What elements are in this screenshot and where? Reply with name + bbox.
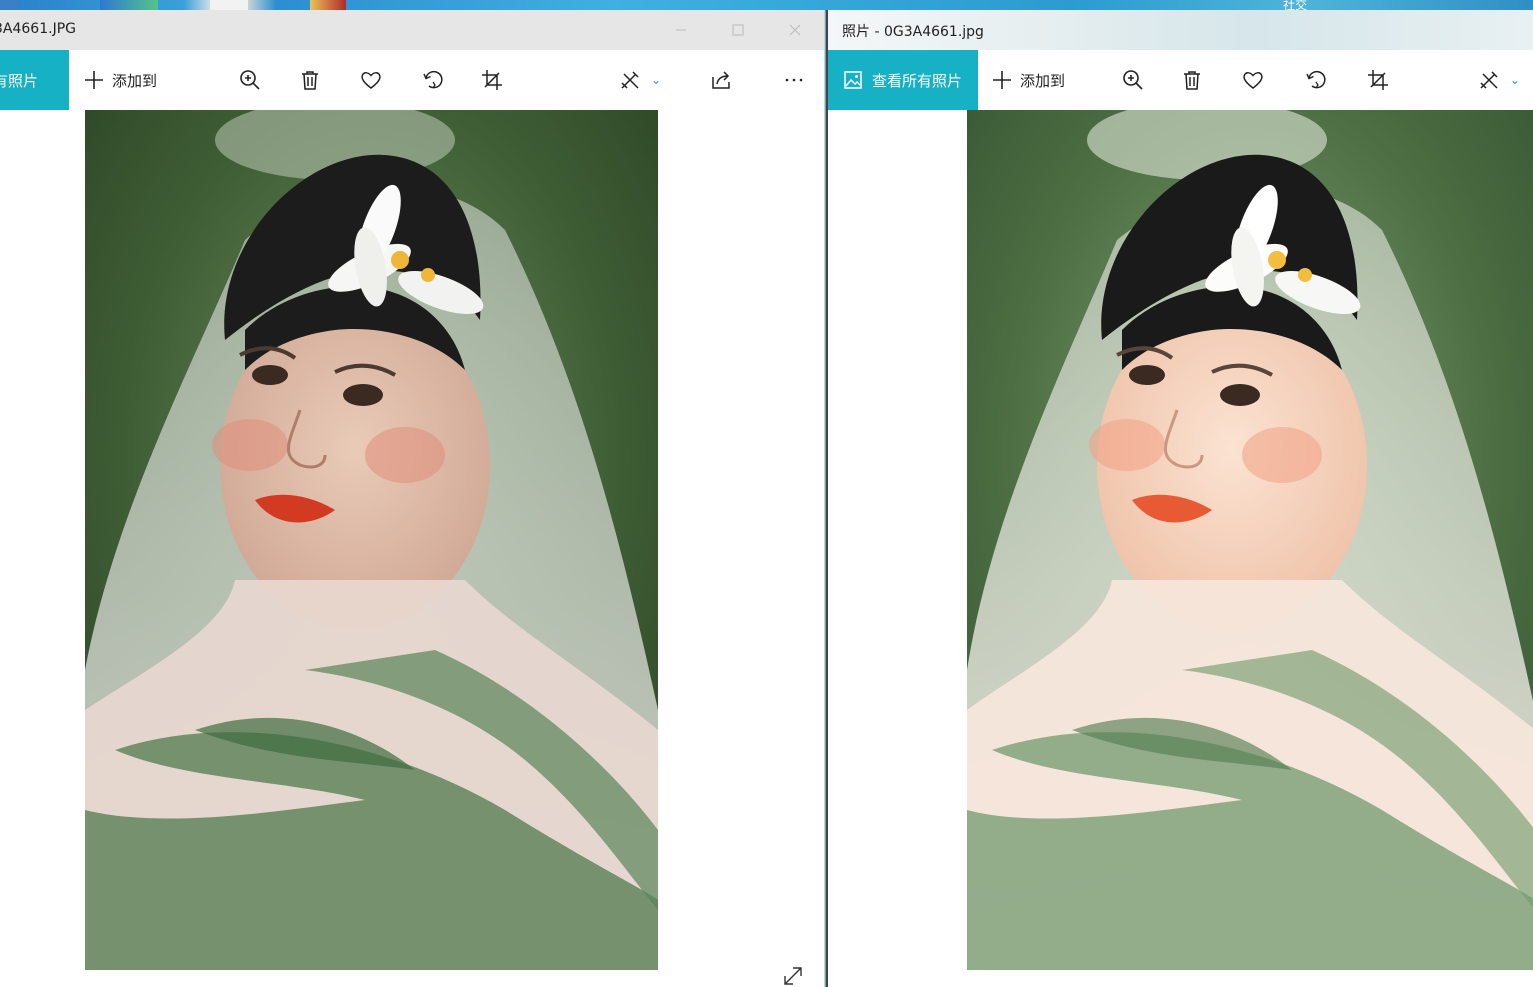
expand-icon[interactable]: [782, 965, 804, 987]
window-title: 3A4661.JPG: [0, 21, 76, 37]
photo[interactable]: [85, 110, 658, 970]
zoom-button[interactable]: [238, 50, 262, 110]
maximize-button[interactable]: [715, 10, 761, 50]
delete-button[interactable]: [1180, 50, 1204, 110]
bride-photo-retouched: [967, 110, 1533, 970]
delete-button[interactable]: [298, 50, 322, 110]
crop-icon: [1368, 70, 1388, 90]
more-button[interactable]: [782, 50, 806, 110]
heart-icon: [361, 72, 381, 89]
close-icon: [789, 24, 801, 36]
toolbar: 查看所有照片 添加到 ⌄: [828, 50, 1533, 110]
maximize-icon: [732, 24, 744, 36]
view-all-photos-label: 所有照片: [0, 71, 39, 90]
zoom-in-icon: [1123, 70, 1143, 90]
edit-create-button[interactable]: ⌄: [1473, 50, 1525, 110]
share-button[interactable]: [709, 50, 733, 110]
edit-icon: [1480, 71, 1498, 89]
window-title: 照片 - 0G3A4661.jpg: [842, 24, 984, 40]
chevron-down-icon: ⌄: [650, 73, 662, 87]
photo-viewer: [828, 110, 1533, 987]
share-icon: [712, 71, 730, 89]
photo-icon: [844, 71, 862, 89]
favorite-button[interactable]: [359, 50, 383, 110]
view-all-photos-button[interactable]: 查看所有照片: [828, 50, 978, 110]
rotate-button[interactable]: [1304, 50, 1328, 110]
photos-window-left: 3A4661.JPG 所有照片 添加到: [0, 10, 825, 987]
zoom-in-icon: [240, 70, 260, 90]
crop-button[interactable]: [480, 50, 504, 110]
add-to-label: 添加到: [1020, 71, 1066, 90]
edit-icon: [621, 71, 639, 89]
add-to-button[interactable]: 添加到: [992, 50, 1065, 110]
view-all-photos-label: 查看所有照片: [872, 71, 963, 90]
crop-button[interactable]: [1366, 50, 1390, 110]
photos-window-right: 照片 - 0G3A4661.jpg 查看所有照片 添加到 ⌄: [826, 10, 1533, 987]
zoom-button[interactable]: [1121, 50, 1145, 110]
delete-icon: [1184, 71, 1200, 90]
favorite-button[interactable]: [1241, 50, 1265, 110]
bride-photo-original: [85, 110, 658, 970]
rotate-button[interactable]: [421, 50, 445, 110]
photo-viewer: [0, 110, 824, 987]
chevron-down-icon: ⌄: [1509, 73, 1521, 87]
rotate-icon: [1306, 70, 1326, 89]
close-button[interactable]: [772, 10, 818, 50]
plus-icon: [993, 71, 1011, 89]
rotate-icon: [423, 70, 443, 89]
delete-icon: [302, 71, 318, 90]
crop-icon: [482, 70, 502, 90]
title-bar[interactable]: 3A4661.JPG: [0, 10, 824, 50]
plus-icon: [85, 71, 103, 89]
more-icon: [785, 78, 803, 82]
photo[interactable]: [967, 110, 1533, 970]
minimize-button[interactable]: [658, 10, 704, 50]
title-bar[interactable]: 照片 - 0G3A4661.jpg: [828, 10, 1533, 50]
heart-icon: [1243, 72, 1263, 89]
edit-create-button[interactable]: ⌄: [614, 50, 666, 110]
view-all-photos-button[interactable]: 所有照片: [0, 50, 69, 110]
toolbar: 所有照片 添加到 ⌄: [0, 50, 824, 110]
minimize-icon: [676, 29, 686, 31]
add-to-button[interactable]: 添加到: [84, 50, 157, 110]
add-to-label: 添加到: [112, 71, 158, 90]
